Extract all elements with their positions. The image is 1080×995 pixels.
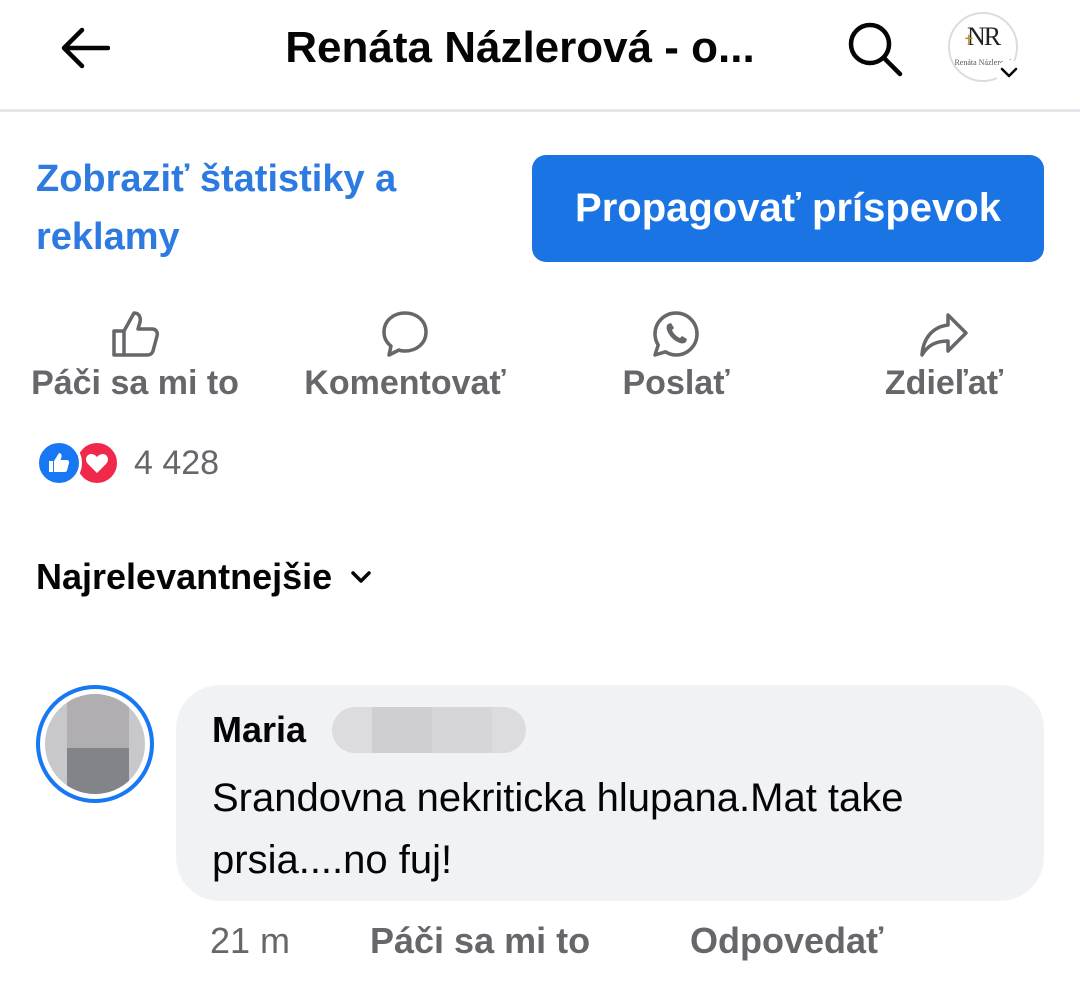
search-icon — [848, 22, 903, 77]
share-label: Zdieľať — [884, 364, 1004, 402]
reaction-count: 4 428 — [134, 443, 220, 482]
redacted-surname — [332, 707, 526, 753]
comment-reply-button[interactable]: Odpovedať — [690, 920, 883, 962]
like-button[interactable]: Páči sa mi to — [22, 308, 248, 403]
avatar-logo-text: NR — [966, 22, 1001, 51]
back-arrow-icon — [61, 27, 110, 69]
view-insights-link[interactable]: Zobraziť štatistiky a reklamy — [36, 150, 476, 266]
thumbs-up-icon — [112, 311, 159, 357]
comment-label: Komentovať — [304, 364, 506, 402]
profile-switcher-button[interactable]: NR ✝ Renáta Názlerová — [944, 10, 1024, 86]
comment-like-button[interactable]: Páči sa mi to — [370, 920, 690, 962]
comment-button[interactable]: Komentovať — [290, 308, 520, 403]
comment-meta: 21 m Páči sa mi to Odpovedať — [210, 920, 883, 962]
comment-time: 21 m — [210, 920, 291, 961]
send-label: Poslať — [622, 364, 730, 402]
back-button[interactable] — [52, 20, 116, 76]
search-button[interactable] — [842, 16, 908, 82]
avatar-image-pixelated — [45, 694, 145, 794]
boost-post-button[interactable]: Propagovať príspevok — [532, 155, 1044, 262]
send-whatsapp-button[interactable]: Poslať — [596, 308, 756, 403]
share-button[interactable]: Zdieľať — [866, 308, 1022, 403]
commenter-avatar[interactable] — [36, 685, 154, 803]
whatsapp-icon — [653, 311, 699, 357]
cross-ornament-icon: ✝ — [963, 32, 975, 48]
like-label: Páči sa mi to — [31, 364, 239, 402]
share-icon — [920, 313, 968, 357]
comment-text: Srandovna nekriticka hlupana.Mat take pr… — [212, 776, 904, 882]
comment-icon — [382, 311, 428, 357]
page-title: Renáta Názlerová - o... — [285, 23, 755, 72]
comment-bubble[interactable]: Maria Srandovna nekriticka hlupana.Mat t… — [176, 685, 1044, 901]
comment-sort-dropdown[interactable]: Najrelevantnejšie — [36, 556, 372, 598]
sort-label: Najrelevantnejšie — [36, 556, 333, 597]
chevron-down-icon — [996, 60, 1022, 86]
like-reaction-icon — [36, 440, 82, 486]
comment-author-name[interactable]: Maria — [212, 709, 306, 751]
chevron-down-icon — [350, 570, 372, 584]
top-app-bar: Renáta Názlerová - o... NR ✝ Renáta Názl… — [0, 0, 1080, 112]
reactions-summary[interactable]: 4 428 — [36, 438, 219, 488]
